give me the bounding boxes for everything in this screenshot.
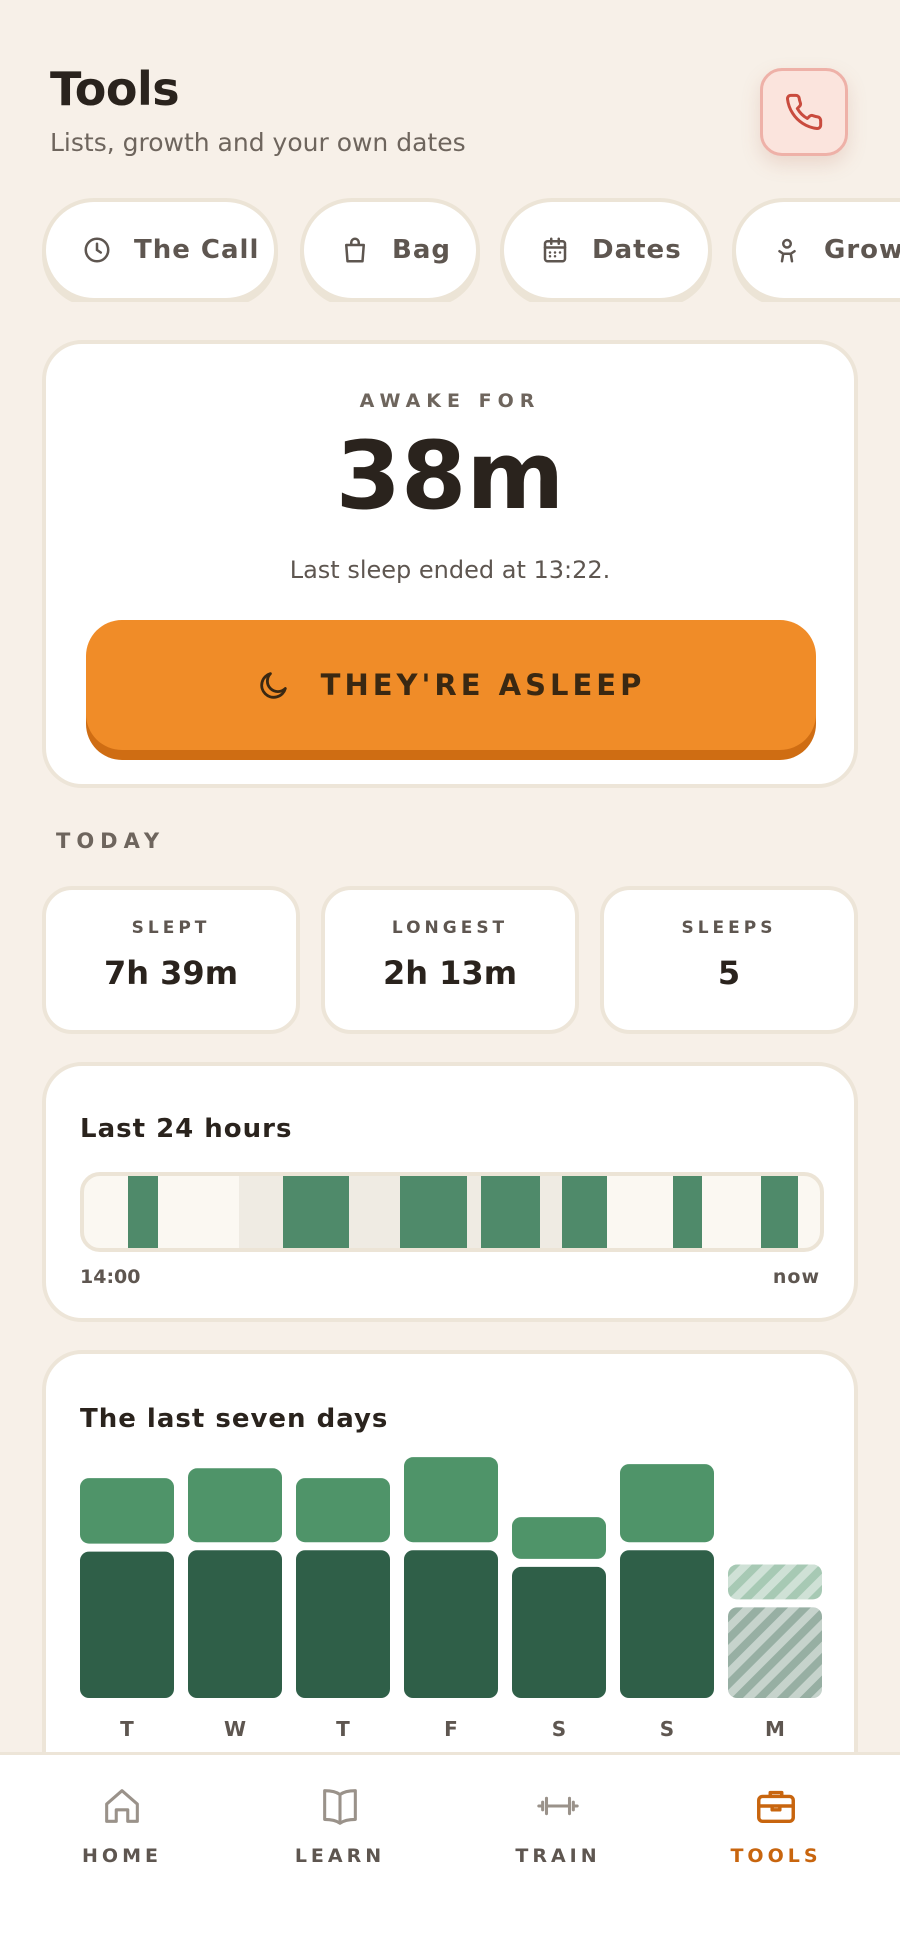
- nav-tools[interactable]: TOOLS: [676, 1783, 876, 1867]
- bar-night-4: [512, 1566, 606, 1698]
- stat-value: 2h 13m: [382, 954, 518, 992]
- awake-label: AWAKE FOR: [359, 390, 541, 412]
- toolbox-icon: [757, 1790, 795, 1824]
- stat-value: 5: [717, 954, 741, 992]
- timeline-segment-sleep: [400, 1176, 467, 1248]
- timeline-segment-awake: [606, 1176, 673, 1248]
- theyre-asleep-button[interactable]: THEY'RE ASLEEP: [86, 620, 816, 750]
- stat-label: LONGEST: [391, 918, 509, 938]
- bar-day-2: [296, 1478, 390, 1543]
- book-icon: [323, 1789, 357, 1825]
- bar-day-1: [188, 1468, 282, 1543]
- nav-train[interactable]: TRAIN: [458, 1783, 658, 1867]
- bar-night-0: [80, 1551, 174, 1698]
- bar-day-4: [512, 1517, 606, 1559]
- nav-learn[interactable]: LEARN: [240, 1783, 440, 1867]
- timeline-segment-sleep: [128, 1176, 158, 1248]
- bar-day-3: [404, 1457, 498, 1543]
- nav-label: LEARN: [294, 1845, 386, 1867]
- moon-icon: [259, 672, 287, 699]
- awake-card: AWAKE FOR 38m Last sleep ended at 13:22.…: [42, 340, 858, 788]
- dumbbell-icon: [537, 1796, 579, 1816]
- nav-home[interactable]: HOME: [22, 1783, 222, 1867]
- timeline-segment-sleep: [481, 1176, 541, 1248]
- chip-label: Bag: [392, 235, 451, 265]
- nav-label: HOME: [82, 1845, 162, 1867]
- timeline-end-label: now: [772, 1266, 820, 1288]
- timeline-segment-night: [238, 1176, 283, 1248]
- day-label: S: [660, 1717, 674, 1741]
- stat-label: SLEPT: [131, 918, 211, 938]
- stat-sleeps: SLEEPS 5: [600, 886, 858, 1034]
- timeline-segment-night: [466, 1176, 482, 1248]
- bar-night-5: [620, 1550, 714, 1698]
- chip-the-call[interactable]: The Call: [42, 198, 278, 302]
- timeline-segment-sleep: [282, 1176, 349, 1248]
- timeline-segment-awake: [702, 1176, 762, 1248]
- nav-label: TOOLS: [730, 1845, 822, 1867]
- day-label: F: [444, 1717, 458, 1741]
- bar-day-5: [620, 1464, 714, 1543]
- day-label: W: [224, 1717, 246, 1741]
- phone-icon: [786, 93, 823, 130]
- bar-night-2: [296, 1550, 390, 1698]
- stat-value: 7h 39m: [103, 954, 239, 992]
- timeline-title: Last 24 hours: [80, 1114, 293, 1144]
- timeline-segment-sleep: [672, 1176, 703, 1248]
- chip-growth[interactable]: Growth: [732, 198, 900, 302]
- timeline-segment-night: [540, 1176, 563, 1248]
- timeline-segment-night: [348, 1176, 401, 1248]
- chip-label: Dates: [592, 235, 682, 265]
- week-sleep-chart: TWTFSSM: [80, 1457, 822, 1741]
- day-label: S: [552, 1717, 566, 1741]
- bar-day-0: [80, 1478, 174, 1544]
- stat-label: SLEEPS: [681, 918, 777, 938]
- sleep-timeline: [80, 1172, 824, 1252]
- day-label: M: [765, 1717, 785, 1741]
- timeline-segment-awake: [157, 1176, 239, 1248]
- timeline-segment-sleep: [562, 1176, 607, 1248]
- clock-icon: [84, 237, 110, 263]
- timeline-start-label: 14:00: [80, 1266, 141, 1288]
- asleep-button-label: THEY'RE ASLEEP: [320, 668, 646, 702]
- bar-day-6-hatch: [728, 1564, 822, 1600]
- timeline-segment-sleep: [761, 1176, 798, 1248]
- bottom-nav: HOME LEARN TRAIN TOOLS: [0, 1752, 900, 1951]
- page-subtitle: Lists, growth and your own dates: [50, 128, 466, 157]
- stat-slept: SLEPT 7h 39m: [42, 886, 300, 1034]
- chip-label: Growth: [824, 235, 900, 265]
- nav-label: TRAIN: [515, 1845, 601, 1867]
- last-24-hours-card: Last 24 hours 14:00 now: [42, 1062, 858, 1322]
- day-label: T: [336, 1717, 350, 1741]
- baby-icon: [778, 238, 796, 263]
- bar-night-3: [404, 1550, 498, 1698]
- day-label: T: [120, 1717, 134, 1741]
- chip-bag[interactable]: Bag: [300, 198, 480, 302]
- bag-icon: [345, 237, 365, 263]
- last-sleep-text: Last sleep ended at 13:22.: [289, 556, 611, 584]
- today-section-label: TODAY: [56, 829, 166, 853]
- tools-chip-row: The Call Bag Dates Growth: [42, 198, 900, 302]
- chip-dates[interactable]: Dates: [500, 198, 712, 302]
- stat-longest: LONGEST 2h 13m: [321, 886, 579, 1034]
- awake-duration: 38m: [335, 422, 565, 531]
- page-title: Tools: [50, 62, 180, 116]
- bar-night-6-hatch: [728, 1607, 822, 1698]
- home-icon: [105, 1789, 139, 1823]
- bar-night-1: [188, 1550, 282, 1698]
- call-button[interactable]: [760, 68, 848, 156]
- chip-label: The Call: [134, 235, 260, 265]
- calendar-icon: [543, 237, 567, 263]
